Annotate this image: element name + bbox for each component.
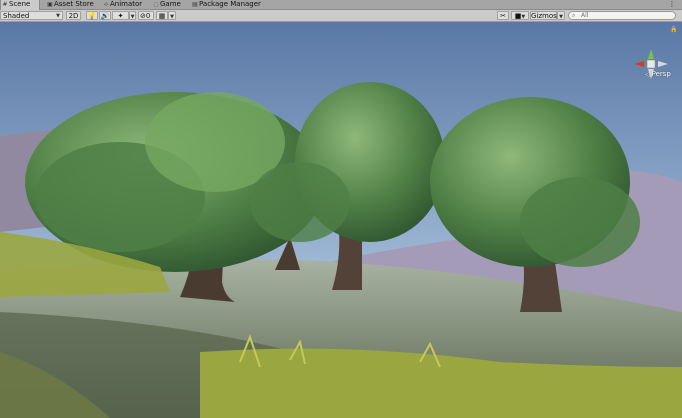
draw-mode-dropdown[interactable]: Shaded ▼ (0, 11, 63, 20)
tab-animator[interactable]: ⊹Animator (102, 0, 146, 9)
perspective-icon: ◁ (645, 71, 650, 78)
chevron-down-icon: ▼ (130, 14, 135, 20)
tab-package-manager-label: Package Manager (199, 0, 261, 8)
package-icon: ▤ (192, 1, 198, 8)
gizmos-label: Gizmos (531, 12, 557, 20)
tools-icon: ✂ (500, 12, 506, 20)
gizmos-dropdown[interactable]: ▼ (557, 11, 565, 20)
tab-scene[interactable]: #Scene (0, 0, 40, 10)
effects-icon: ✦ (117, 12, 124, 20)
editor-tab-bar: #Scene ▣Asset Store ⊹Animator ◌Game ▤Pac… (0, 0, 682, 10)
search-input[interactable] (581, 12, 673, 19)
hidden-objects-toggle[interactable]: ⊘0 (138, 11, 154, 20)
gizmo-y-axis[interactable] (648, 49, 654, 59)
tab-game-label: Game (160, 0, 181, 8)
tab-menu-icon[interactable]: ⋮ (664, 0, 680, 9)
audio-toggle-button[interactable]: 🔊 (99, 11, 111, 20)
gizmos-button[interactable]: Gizmos (530, 11, 557, 20)
asset-store-icon: ▣ (47, 1, 53, 8)
chevron-down-icon: ▼ (170, 14, 174, 20)
hidden-objects-count: 0 (145, 12, 151, 20)
effects-dropdown[interactable]: ▼ (129, 11, 136, 20)
search-field[interactable]: ⌕ (568, 11, 676, 20)
lock-icon[interactable]: 🔒 (670, 26, 677, 33)
scene-render (0, 22, 682, 418)
tab-asset-store[interactable]: ▣Asset Store (46, 0, 94, 9)
gizmo-center-cube[interactable] (646, 59, 656, 69)
tab-package-manager[interactable]: ▤Package Manager (191, 0, 261, 9)
tools-button[interactable]: ✂ (497, 11, 509, 20)
tab-animator-label: Animator (110, 0, 143, 8)
projection-label: Persp (651, 70, 671, 78)
lightbulb-icon: 💡 (87, 12, 97, 20)
toggle-2d-button[interactable]: 2D (66, 11, 81, 20)
lighting-toggle-button[interactable]: 💡 (86, 11, 98, 20)
gizmo-x-axis[interactable] (634, 61, 644, 67)
chevron-down-icon: ▼ (559, 14, 563, 20)
tab-asset-store-label: Asset Store (54, 0, 94, 8)
scene-viewport[interactable]: 🔒 ◁ Persp (0, 22, 682, 418)
chevron-down-icon: ▼ (521, 14, 526, 20)
effects-toggle-button[interactable]: ✦ (112, 11, 129, 20)
speaker-icon: 🔊 (100, 12, 110, 20)
tab-game[interactable]: ◌Game (152, 0, 184, 9)
toggle-2d-label: 2D (68, 12, 79, 20)
grid-toggle-button[interactable]: ▦ (156, 11, 168, 20)
draw-mode-label: Shaded (3, 12, 30, 20)
projection-toggle[interactable]: ◁ Persp (645, 70, 671, 78)
gizmo-neg-x-axis[interactable] (658, 61, 668, 67)
scene-icon: # (2, 1, 8, 8)
scene-toolbar: Shaded ▼ 2D 💡 🔊 ✦ ▼ ⊘0 ▦ ▼ ✂ ■▼ Gizmos ▼… (0, 10, 682, 22)
game-icon: ◌ (153, 1, 159, 8)
grid-icon: ▦ (158, 12, 166, 20)
grid-dropdown[interactable]: ▼ (168, 11, 176, 20)
tab-scene-label: Scene (9, 0, 31, 8)
animator-icon: ⊹ (103, 1, 109, 8)
search-icon: ⌕ (572, 12, 576, 19)
chevron-down-icon: ▼ (56, 13, 60, 19)
camera-dropdown[interactable]: ■▼ (511, 11, 529, 20)
